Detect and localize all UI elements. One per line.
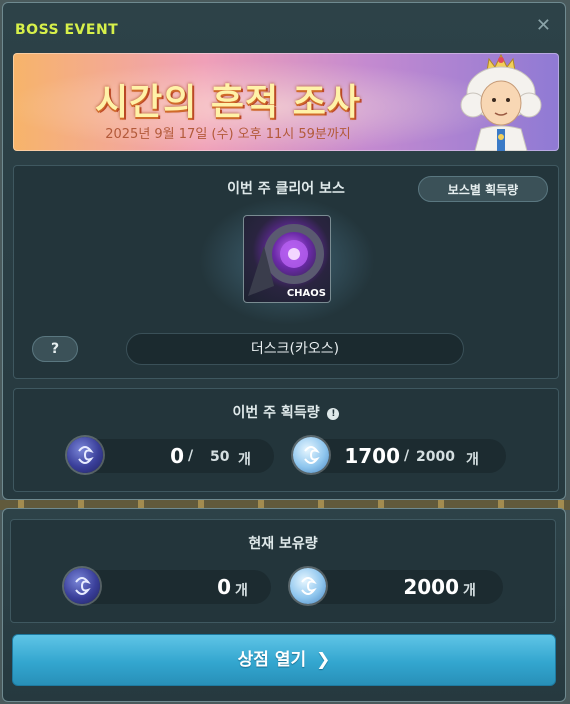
weekly-coin1-value: 0 — [170, 444, 184, 468]
boss-name: 더스크(카오스) — [126, 333, 464, 365]
owned-coin1-value: 0 — [217, 575, 231, 599]
owned-coin2-value: 2000 — [403, 575, 459, 599]
dark-coin-icon — [64, 568, 100, 604]
weekly-gain-header: 이번 주 획득량 ! — [14, 402, 558, 422]
banner-deadline: 2025년 9월 17일 (수) 오후 11시 59분까지 — [105, 127, 351, 142]
banner-title: 시간의 흔적 조사 — [95, 82, 361, 123]
clear-boss-panel: 이번 주 클리어 보스 보스별 획득량 CHAOS ? 더스크(카오스) — [13, 165, 559, 379]
close-icon[interactable]: ✕ — [536, 17, 551, 35]
weekly-coin2-max: 2000 — [416, 449, 455, 465]
open-shop-button[interactable]: 상점 열기 ❯ — [12, 634, 556, 686]
event-character-image — [460, 53, 542, 151]
light-coin-icon — [290, 568, 326, 604]
per-boss-gain-button[interactable]: 보스별 획득량 — [418, 176, 548, 202]
weekly-coin2-value: 1700 — [344, 444, 400, 468]
info-icon[interactable]: ! — [327, 408, 340, 420]
chevron-right-icon: ❯ — [316, 650, 331, 670]
event-banner: 시간의 흔적 조사 2025년 9월 17일 (수) 오후 11시 59분까지 — [13, 53, 559, 151]
owned-coin1-unit: 개 — [235, 583, 248, 599]
owned-coin2-unit: 개 — [463, 583, 476, 599]
weekly-coin1-unit: 개 — [238, 452, 251, 468]
open-shop-label: 상점 열기 — [237, 650, 307, 670]
light-coin-icon — [293, 437, 329, 473]
window-title: BOSS EVENT — [15, 22, 119, 38]
weekly-coin2-unit: 개 — [466, 452, 479, 468]
weekly-coin1-max: 50 — [210, 449, 230, 465]
weekly-coin1-sep: / — [188, 448, 194, 464]
owned-panel: 현재 보유량 0 개 2000 개 — [10, 519, 556, 623]
boss-event-window: BOSS EVENT ✕ 시간의 흔적 조사 2025년 9월 17일 (수) … — [2, 2, 566, 500]
weekly-gain-panel: 이번 주 획득량 ! 0 / 50 개 1700 / 2000 개 — [13, 388, 559, 492]
owned-header: 현재 보유량 — [248, 536, 318, 552]
weekly-coin2-sep: / — [404, 448, 410, 464]
help-button[interactable]: ? — [32, 336, 78, 362]
chaos-badge: CHAOS — [286, 288, 326, 299]
dark-coin-icon — [67, 437, 103, 473]
boss-icon: CHAOS — [243, 215, 331, 303]
